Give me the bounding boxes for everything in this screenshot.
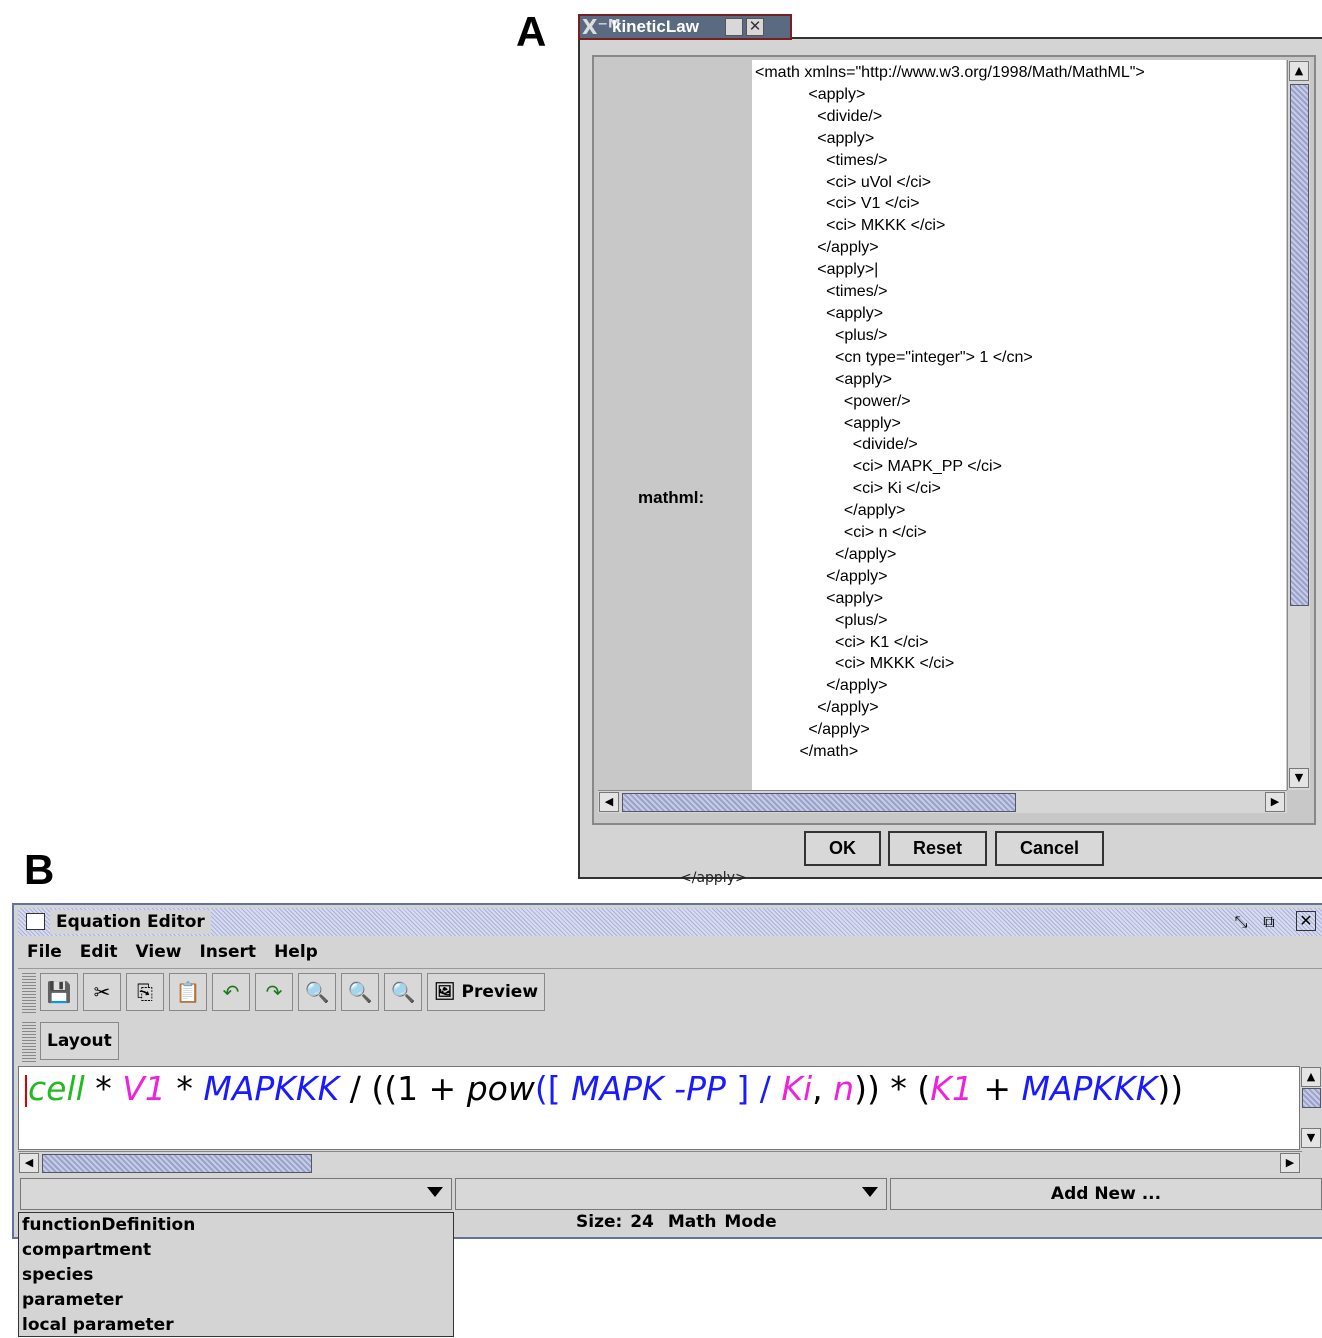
- eq-token-op: ,: [812, 1069, 834, 1108]
- layout-button[interactable]: Layout: [40, 1022, 119, 1060]
- main-toolbar: 💾 ✂ ⎘ 📋 ↶ ↷ 🔍 🔍 🔍 🖼 Preview: [22, 973, 546, 1016]
- scroll-up-icon[interactable]: ▲: [1301, 1067, 1321, 1087]
- dropdown-item-compartment[interactable]: compartment: [19, 1238, 453, 1263]
- preview-icon: 🖼: [434, 982, 456, 1002]
- dropdown-item-local-parameter[interactable]: local parameter: [19, 1313, 453, 1338]
- eq-token-n: n: [833, 1069, 855, 1108]
- scroll-right-icon[interactable]: ▶: [1280, 1153, 1300, 1173]
- status-mode: Math Mode: [667, 1212, 777, 1232]
- menu-separator: [18, 968, 1322, 969]
- zoom-in-icon[interactable]: 🔍: [384, 973, 422, 1011]
- element-type-select[interactable]: [20, 1178, 452, 1210]
- preview-button[interactable]: 🖼 Preview: [427, 973, 546, 1011]
- paste-icon[interactable]: 📋: [169, 973, 207, 1011]
- horizontal-scroll-thumb[interactable]: [622, 793, 1016, 812]
- scroll-down-icon[interactable]: ▼: [1289, 768, 1309, 788]
- mathml-textarea[interactable]: <math xmlns="http://www.w3.org/1998/Math…: [752, 60, 1286, 790]
- dropdown-item-species[interactable]: species: [19, 1263, 453, 1288]
- eq-token-pow: pow: [466, 1069, 535, 1108]
- eq-token-op: )) * (: [854, 1069, 931, 1108]
- eq-token-cell: cell: [28, 1069, 85, 1108]
- element-select[interactable]: [455, 1178, 887, 1210]
- editor-title: Equation Editor: [50, 910, 211, 934]
- ok-button[interactable]: OK: [804, 831, 881, 866]
- eq-token-k1: K1: [930, 1069, 973, 1108]
- zoom-reset-icon[interactable]: 🔍: [341, 973, 379, 1011]
- cut-icon[interactable]: ✂: [83, 973, 121, 1011]
- menu-insert[interactable]: Insert: [190, 940, 265, 968]
- preview-label: Preview: [461, 982, 539, 1002]
- eq-token-op: +: [972, 1069, 1022, 1108]
- save-icon[interactable]: 💾: [40, 973, 78, 1011]
- equation-input[interactable]: cell * V1 * MAPKKK / ((1 + pow([ MAPK -P…: [18, 1066, 1300, 1150]
- x-window-icon: X⁻ᴹ: [582, 15, 621, 39]
- maximize-icon[interactable]: [725, 18, 743, 36]
- menu-file[interactable]: File: [18, 940, 71, 968]
- eq-token-op: / ((1 +: [339, 1069, 467, 1108]
- eq-token-bracket: ] /: [725, 1069, 782, 1108]
- eq-token-bracket: ([: [534, 1069, 572, 1108]
- redo-icon[interactable]: ↷: [255, 973, 293, 1011]
- eq-token-mapkkk: MAPKKK: [203, 1069, 340, 1108]
- cancel-button[interactable]: Cancel: [995, 831, 1104, 866]
- chevron-down-icon: [862, 1187, 878, 1197]
- menu-view[interactable]: View: [127, 940, 191, 968]
- maximize-icon[interactable]: ⧉: [1258, 911, 1280, 933]
- vertical-scroll-thumb[interactable]: [1302, 1088, 1321, 1108]
- minimize-icon[interactable]: ⤡: [1230, 911, 1252, 933]
- dropdown-item-function-definition[interactable]: functionDefinition: [19, 1213, 453, 1238]
- menu-edit[interactable]: Edit: [71, 940, 127, 968]
- close-icon[interactable]: ✕: [746, 18, 764, 36]
- layout-toolbar-grip[interactable]: [22, 1022, 36, 1062]
- horizontal-scroll-thumb[interactable]: [42, 1154, 312, 1173]
- scroll-down-icon[interactable]: ▼: [1301, 1128, 1321, 1148]
- add-new-button[interactable]: Add New ...: [890, 1178, 1322, 1210]
- undo-icon[interactable]: ↶: [212, 973, 250, 1011]
- eq-token-v1: V1: [122, 1069, 166, 1108]
- eq-token-mapkkk: MAPKKK: [1021, 1069, 1158, 1108]
- background-window-text: </apply>: [680, 870, 747, 886]
- status-size: Size: 24: [576, 1212, 654, 1232]
- scroll-right-icon[interactable]: ▶: [1265, 792, 1285, 812]
- zoom-out-icon[interactable]: 🔍: [298, 973, 336, 1011]
- layout-toolbar: Layout: [22, 1022, 119, 1062]
- eq-token-op: *: [165, 1069, 204, 1108]
- eq-token-op: )): [1157, 1069, 1184, 1108]
- scroll-up-icon[interactable]: ▲: [1289, 61, 1309, 81]
- mathml-vertical-scrollbar[interactable]: ▲ ▼: [1287, 60, 1310, 790]
- close-icon[interactable]: ✕: [1296, 911, 1316, 931]
- mathml-horizontal-scrollbar[interactable]: ◀ ▶: [598, 790, 1287, 813]
- status-bar: Size: 24 Math Mode: [576, 1212, 791, 1232]
- equation-vertical-scrollbar[interactable]: ▲ ▼: [1300, 1066, 1322, 1150]
- equation-horizontal-scrollbar[interactable]: ◀ ▶: [18, 1151, 1302, 1174]
- panel-label-a: A: [516, 8, 547, 55]
- menu-bar: File Edit View Insert Help: [18, 940, 327, 968]
- vertical-scroll-thumb[interactable]: [1290, 84, 1309, 606]
- text-caret: [25, 1074, 27, 1107]
- mathml-label: mathml:: [638, 488, 705, 507]
- equation-expression: cell * V1 * MAPKKK / ((1 + pow([ MAPK -P…: [25, 1067, 1183, 1111]
- panel-label-b: B: [24, 846, 55, 893]
- dialog-title: kineticLaw: [612, 17, 699, 36]
- eq-token-ki: Ki: [781, 1069, 813, 1108]
- reset-button[interactable]: Reset: [888, 831, 987, 866]
- element-type-dropdown-list: functionDefinition compartment species p…: [18, 1212, 454, 1337]
- scroll-left-icon[interactable]: ◀: [19, 1153, 39, 1173]
- kinetic-law-titlebar[interactable]: X⁻ᴹ kineticLaw ✕: [578, 14, 792, 40]
- dropdown-item-parameter[interactable]: parameter: [19, 1288, 453, 1313]
- mathml-content: <math xmlns="http://www.w3.org/1998/Math…: [755, 64, 1145, 761]
- equation-editor-titlebar[interactable]: Equation Editor ⤡ ⧉ ✕: [18, 908, 1322, 936]
- eq-token-op: *: [84, 1069, 123, 1108]
- window-icon: [26, 913, 45, 930]
- eq-token-mapk-pp: MAPK -PP: [571, 1069, 726, 1108]
- scroll-left-icon[interactable]: ◀: [599, 792, 619, 812]
- copy-icon[interactable]: ⎘: [126, 973, 164, 1011]
- toolbar-grip[interactable]: [22, 973, 36, 1013]
- chevron-down-icon: [427, 1187, 443, 1197]
- menu-help[interactable]: Help: [265, 940, 327, 968]
